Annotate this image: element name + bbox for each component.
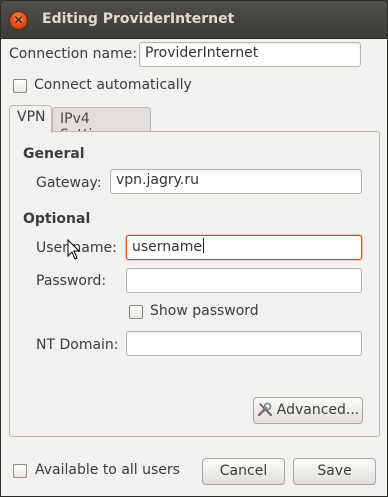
nt-domain-field[interactable]	[126, 331, 362, 356]
gateway-field[interactable]: vpn.jagry.ru	[110, 169, 362, 194]
close-icon[interactable]: ✕	[9, 11, 28, 30]
general-heading: General	[23, 146, 85, 162]
show-password-checkbox[interactable]	[129, 305, 143, 319]
window-title: Editing ProviderInternet	[42, 11, 235, 27]
title-bar[interactable]: ✕ Editing ProviderInternet	[1, 1, 387, 39]
tools-icon	[257, 402, 272, 417]
connect-automatically-label[interactable]: Connect automatically	[34, 77, 192, 93]
connection-name-field[interactable]: ProviderInternet	[139, 42, 361, 67]
password-field[interactable]	[126, 268, 362, 293]
username-field[interactable]: username	[126, 235, 362, 260]
editing-connection-dialog: ✕ Editing ProviderInternet Connection na…	[0, 0, 388, 497]
show-password-label[interactable]: Show password	[150, 303, 259, 319]
available-to-all-users-label[interactable]: Available to all users	[35, 462, 180, 478]
available-to-all-users-checkbox[interactable]	[13, 464, 27, 478]
advanced-button[interactable]: Advanced...	[253, 397, 363, 424]
mouse-pointer-icon	[67, 239, 81, 260]
password-label: Password:	[36, 273, 107, 289]
advanced-button-label: Advanced...	[276, 402, 360, 418]
tab-ipv4-settings[interactable]: IPv4 Settings	[52, 107, 151, 143]
save-button[interactable]: Save	[293, 458, 376, 485]
optional-heading: Optional	[23, 211, 91, 227]
gateway-label: Gateway:	[36, 175, 102, 191]
cancel-button[interactable]: Cancel	[202, 458, 285, 485]
nt-domain-label: NT Domain:	[36, 337, 119, 353]
connection-name-label: Connection name:	[9, 46, 138, 62]
tab-vpn[interactable]: VPN	[9, 105, 52, 133]
username-value: username	[132, 239, 202, 255]
connect-automatically-checkbox[interactable]	[13, 79, 27, 93]
text-caret	[203, 238, 204, 253]
